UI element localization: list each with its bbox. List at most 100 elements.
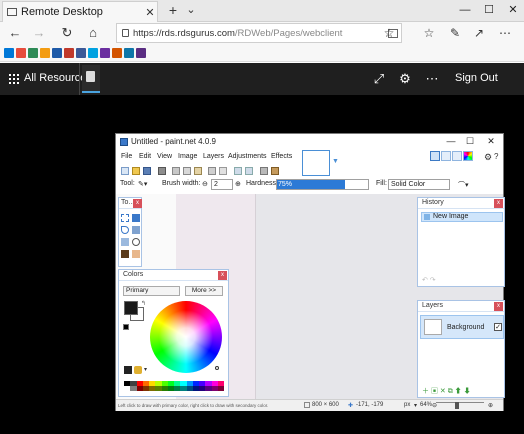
favorite-site-icon[interactable] <box>88 48 98 58</box>
open-icon[interactable] <box>132 167 140 175</box>
layers-window-toggle[interactable] <box>452 151 462 161</box>
hardness-slider[interactable]: 75% <box>276 179 369 190</box>
menu-image[interactable]: Image <box>178 153 197 160</box>
forward-button[interactable]: → <box>30 24 48 42</box>
move-selected-icon[interactable] <box>132 226 140 234</box>
zoom-icon[interactable] <box>132 238 140 246</box>
paintnet-titlebar[interactable]: Untitled - paint.net 4.0.9 — ☐ ✕ <box>116 134 503 150</box>
favorites-hub-icon[interactable]: ☆ <box>420 24 438 42</box>
apps-grid-icon[interactable] <box>9 74 19 84</box>
history-undo-icon[interactable]: ↶ ↷ <box>422 276 436 284</box>
layer-visibility-checkbox[interactable]: ✓ <box>494 323 502 331</box>
favorite-site-icon[interactable] <box>16 48 26 58</box>
palette-menu-icon[interactable] <box>124 366 132 374</box>
favorite-site-icon[interactable] <box>136 48 146 58</box>
cut-icon[interactable] <box>172 167 180 175</box>
menu-effects[interactable]: Effects <box>271 153 292 160</box>
palette-dropdown-icon[interactable]: ▾ <box>144 366 147 373</box>
palette-options-icon[interactable] <box>134 366 142 374</box>
favorite-site-icon[interactable] <box>4 48 14 58</box>
lasso-select-icon[interactable] <box>121 226 129 234</box>
paintbrush-tool-icon[interactable]: ✎▾ <box>138 180 147 188</box>
color-wheel[interactable] <box>150 301 222 373</box>
menu-adjustments[interactable]: Adjustments <box>228 153 267 160</box>
tab-list-chevron-icon[interactable]: ⌄ <box>183 2 199 18</box>
settings-gear-icon[interactable]: ⚙ <box>484 152 492 163</box>
tools-window-toggle[interactable] <box>430 151 440 161</box>
menu-edit[interactable]: Edit <box>139 153 151 160</box>
paintnet-maximize-button[interactable]: ☐ <box>463 135 477 148</box>
favorite-site-icon[interactable] <box>52 48 62 58</box>
tools-panel-close[interactable]: x <box>133 199 142 208</box>
history-panel-close[interactable]: x <box>494 199 503 208</box>
primary-color-swatch[interactable] <box>124 301 138 315</box>
window-maximize-button[interactable]: ☐ <box>478 1 500 19</box>
tab-close-icon[interactable]: ✕ <box>143 6 157 19</box>
paintbrush-icon[interactable] <box>121 250 129 258</box>
thumbnail-dropdown-icon[interactable]: ▼ <box>332 158 339 165</box>
paintnet-minimize-button[interactable]: — <box>444 135 458 148</box>
crop-icon[interactable] <box>208 167 216 175</box>
pan-hand-icon[interactable] <box>132 250 140 258</box>
layer-row[interactable]: Background ✓ <box>420 315 504 339</box>
save-icon[interactable] <box>143 167 151 175</box>
layer-actions-icons[interactable]: ＋ ▣ ✕ ⧉ ⬆ ⬇ <box>422 386 471 396</box>
help-icon[interactable]: ? <box>494 152 498 161</box>
favorite-site-icon[interactable] <box>40 48 50 58</box>
color-wheel-selector[interactable] <box>215 366 219 370</box>
new-tab-button[interactable]: + <box>165 2 181 18</box>
brush-width-increase-icon[interactable]: ⊕ <box>235 180 241 188</box>
fill-mode-select[interactable]: Solid Color <box>388 179 450 190</box>
favorite-site-icon[interactable] <box>28 48 38 58</box>
more-menu-icon[interactable]: ⋯ <box>496 24 514 42</box>
home-button[interactable]: ⌂ <box>84 24 102 42</box>
window-close-button[interactable]: ✕ <box>502 1 524 19</box>
brush-width-field[interactable]: 2 <box>211 179 233 190</box>
favorite-site-icon[interactable] <box>76 48 86 58</box>
refresh-button[interactable]: ↻ <box>58 24 76 42</box>
units-dropdown-icon[interactable]: ▾ <box>414 402 417 409</box>
favorite-site-icon[interactable] <box>124 48 134 58</box>
back-button[interactable]: ← <box>6 24 24 42</box>
url-bar[interactable]: https://rds.rdsgurus.com/RDWeb/Pages/web… <box>116 23 402 43</box>
history-window-toggle[interactable] <box>441 151 451 161</box>
units-select[interactable]: px <box>404 402 410 408</box>
layers-panel-close[interactable]: x <box>494 302 503 311</box>
window-minimize-button[interactable]: — <box>454 1 476 19</box>
ellipse-select-icon[interactable] <box>121 238 129 246</box>
fullscreen-expand-icon[interactable]: ⤢ <box>371 71 387 87</box>
zoom-in-icon[interactable]: ⊕ <box>488 402 493 409</box>
active-session-tab[interactable] <box>82 65 100 93</box>
rectangle-select-icon[interactable] <box>121 214 129 222</box>
favorite-site-icon[interactable] <box>64 48 74 58</box>
sign-out-link[interactable]: Sign Out <box>455 72 498 84</box>
antialiasing-icon[interactable]: ⌒▾ <box>458 180 469 190</box>
color-mode-select[interactable]: Primary <box>123 286 180 296</box>
zoom-slider[interactable] <box>436 402 484 403</box>
favorite-star-icon[interactable]: ☆ <box>380 24 398 42</box>
favorite-site-icon[interactable] <box>112 48 122 58</box>
more-colors-button[interactable]: More >> <box>185 286 223 296</box>
settings-gear-icon[interactable]: ⚙ <box>397 71 413 87</box>
brush-width-decrease-icon[interactable]: ⊖ <box>202 180 208 188</box>
tab-remote-desktop[interactable]: Remote Desktop ✕ <box>2 1 158 22</box>
colors-panel-close[interactable]: x <box>218 271 227 280</box>
colors-window-toggle[interactable] <box>463 151 473 161</box>
more-options-icon[interactable]: ⋯ <box>424 71 440 87</box>
new-image-icon[interactable] <box>121 167 129 175</box>
swap-colors-icon[interactable]: ↰ <box>141 300 146 307</box>
grid-icon[interactable] <box>260 167 268 175</box>
print-icon[interactable] <box>158 167 166 175</box>
menu-layers[interactable]: Layers <box>203 153 224 160</box>
undo-icon[interactable] <box>234 167 242 175</box>
move-selection-icon[interactable] <box>132 214 140 222</box>
redo-icon[interactable] <box>245 167 253 175</box>
paintnet-window[interactable]: Untitled - paint.net 4.0.9 — ☐ ✕ File Ed… <box>115 133 505 411</box>
deselect-icon[interactable] <box>219 167 227 175</box>
favorite-site-icon[interactable] <box>100 48 110 58</box>
zoom-value[interactable]: 64% <box>420 402 432 408</box>
image-thumbnail[interactable] <box>302 150 330 176</box>
zoom-slider-handle[interactable] <box>455 402 459 409</box>
web-notes-icon[interactable]: ✎ <box>446 24 464 42</box>
menu-file[interactable]: File <box>121 153 132 160</box>
